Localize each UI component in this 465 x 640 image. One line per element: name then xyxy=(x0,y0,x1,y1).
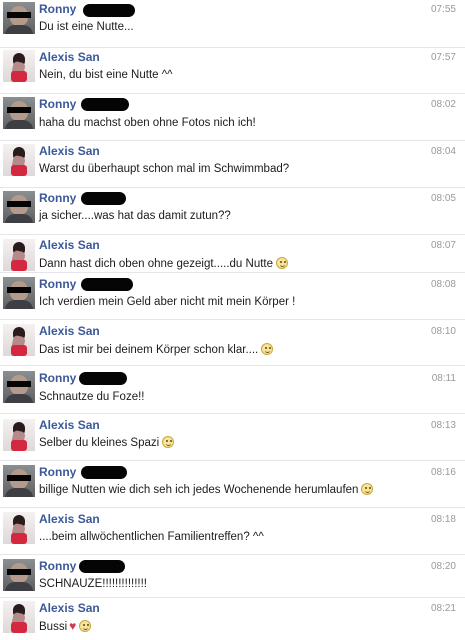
censor-bar xyxy=(81,466,127,479)
message-text: ....beim allwöchentlichen Familientreffe… xyxy=(39,531,264,543)
message-time: 08:10 xyxy=(430,326,456,337)
message-text-line: billige Nutten wie dich seh ich jedes Wo… xyxy=(39,483,374,497)
alexis-avatar[interactable] xyxy=(3,512,35,544)
smiley-icon xyxy=(162,436,175,448)
censor-bar xyxy=(81,98,129,111)
message-time: 08:04 xyxy=(430,146,456,157)
chat-conversation: Ronny 07:55 Du ist eine Nutte... Alexis … xyxy=(0,0,465,640)
alexis-avatar[interactable] xyxy=(3,239,35,271)
message-row: Ronny 08:16 billige Nutten wie dich seh … xyxy=(0,461,465,508)
ronny-avatar[interactable] xyxy=(3,2,35,34)
message-time: 08:11 xyxy=(431,373,456,384)
message-text: Dann hast dich oben ohne gezeigt.....du … xyxy=(39,258,273,270)
message-row: Ronny 08:20 SCHNAUZE!!!!!!!!!!!!!! xyxy=(0,555,465,598)
sender-name[interactable]: Ronny xyxy=(39,2,76,16)
message-text: Schnautze du Foze!! xyxy=(39,391,145,403)
alexis-avatar[interactable] xyxy=(3,601,35,633)
message-time: 08:21 xyxy=(430,603,456,614)
message-row: Ronny 08:05 ja sicher....was hat das dam… xyxy=(0,188,465,235)
sender-name[interactable]: Alexis San xyxy=(39,601,100,615)
smiley-icon xyxy=(361,483,374,495)
message-row: Alexis San 08:04 Warst du überhaupt scho… xyxy=(0,141,465,188)
ronny-avatar[interactable] xyxy=(3,465,35,497)
sender-name[interactable]: Ronny xyxy=(39,559,76,573)
sender-name[interactable]: Alexis San xyxy=(39,144,100,158)
censor-bar xyxy=(81,192,126,205)
message-row: Alexis San 08:07 Dann hast dich oben ohn… xyxy=(0,235,465,273)
sender-name[interactable]: Ronny xyxy=(39,191,76,205)
message-text: Nein, du bist eine Nutte ^^ xyxy=(39,69,173,81)
message-text: Du ist eine Nutte... xyxy=(39,21,134,33)
message-time: 07:57 xyxy=(430,52,456,63)
ronny-avatar[interactable] xyxy=(3,277,35,309)
sender-name[interactable]: Ronny xyxy=(39,277,76,291)
sender-name[interactable]: Alexis San xyxy=(39,418,100,432)
message-text: Selber du kleines Spazi xyxy=(39,437,160,449)
message-time: 08:16 xyxy=(430,467,456,478)
alexis-avatar[interactable] xyxy=(3,324,35,356)
message-text: haha du machst oben ohne Fotos nich ich! xyxy=(39,117,256,129)
message-row: Ronny 08:08 Ich verdien mein Geld aber n… xyxy=(0,273,465,320)
sender-name[interactable]: Ronny xyxy=(39,371,76,385)
message-row: Alexis San 07:57 Nein, du bist eine Nutt… xyxy=(0,48,465,94)
alexis-avatar[interactable] xyxy=(3,419,35,451)
message-time: 08:02 xyxy=(430,99,456,110)
message-row: Alexis San 08:10 Das ist mir bei deinem … xyxy=(0,320,465,366)
message-text: SCHNAUZE!!!!!!!!!!!!!! xyxy=(39,578,147,590)
smiley-icon xyxy=(276,257,288,269)
censor-bar xyxy=(81,278,133,291)
ronny-avatar[interactable] xyxy=(3,97,35,129)
alexis-avatar[interactable] xyxy=(3,144,35,176)
censor-bar xyxy=(83,4,135,17)
message-text: Ich verdien mein Geld aber nicht mit mei… xyxy=(39,296,296,308)
sender-name[interactable]: Ronny xyxy=(39,465,76,479)
message-time: 08:08 xyxy=(430,279,456,290)
message-time: 08:20 xyxy=(430,561,456,572)
message-time: 08:05 xyxy=(430,193,456,204)
sender-name[interactable]: Ronny xyxy=(39,97,76,111)
message-time: 08:18 xyxy=(430,514,456,525)
message-text-line: Bussi ♥ xyxy=(39,619,92,634)
message-text: billige Nutten wie dich seh ich jedes Wo… xyxy=(39,484,359,496)
message-text: Warst du überhaupt schon mal im Schwimmb… xyxy=(39,163,290,175)
sender-name[interactable]: Alexis San xyxy=(39,50,100,64)
message-row: Alexis San 08:18 ....beim allwöchentlich… xyxy=(0,508,465,555)
message-text: Das ist mir bei deinem Körper schon klar… xyxy=(39,344,259,356)
ronny-avatar[interactable] xyxy=(3,191,35,223)
alexis-avatar[interactable] xyxy=(3,50,35,82)
message-text: ja sicher....was hat das damit zutun?? xyxy=(39,210,231,222)
message-text: Bussi xyxy=(39,621,68,633)
message-text-line: Dann hast dich oben ohne gezeigt.....du … xyxy=(39,257,288,271)
message-row: Ronny 08:11 Schnautze du Foze!! xyxy=(0,366,465,414)
sender-name[interactable]: Alexis San xyxy=(39,238,100,252)
message-row: Ronny 07:55 Du ist eine Nutte... xyxy=(0,2,465,48)
sender-name[interactable]: Alexis San xyxy=(39,324,100,338)
ronny-avatar[interactable] xyxy=(3,559,35,591)
message-time: 08:07 xyxy=(430,240,456,251)
smiley-icon xyxy=(79,620,92,632)
censor-bar xyxy=(79,560,125,573)
message-row: Alexis San 08:13 Selber du kleines Spazi xyxy=(0,414,465,461)
message-text-line: Selber du kleines Spazi xyxy=(39,436,175,450)
sender-name[interactable]: Alexis San xyxy=(39,512,100,526)
heart-icon: ♥ xyxy=(69,619,77,633)
ronny-avatar[interactable] xyxy=(3,371,35,403)
message-time: 07:55 xyxy=(430,4,456,15)
message-time: 08:13 xyxy=(430,420,456,431)
message-row: Alexis San 08:21 Bussi ♥ xyxy=(0,598,465,640)
message-text-line: Das ist mir bei deinem Körper schon klar… xyxy=(39,343,274,357)
censor-bar xyxy=(79,372,127,385)
smiley-icon xyxy=(261,343,274,355)
message-row: Ronny 08:02 haha du machst oben ohne Fot… xyxy=(0,94,465,141)
